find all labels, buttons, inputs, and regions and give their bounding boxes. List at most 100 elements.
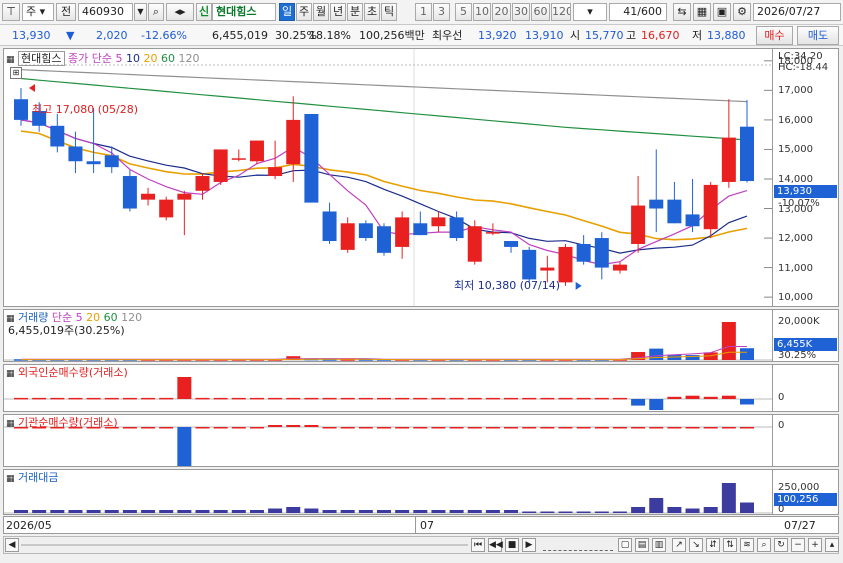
price-panel[interactable]: ▦ 현대힘스 종가 단순 5 10 20 60 120 ⊞ 최고 17,080 … xyxy=(3,48,773,307)
custom-interval-select[interactable]: ▾ xyxy=(573,3,607,21)
open-price: 15,770 xyxy=(585,29,624,42)
price-panel-header: ▦ 현대힘스 종가 단순 5 10 20 60 120 xyxy=(6,51,199,67)
period-button-6[interactable]: 틱 xyxy=(381,3,397,21)
foreign-bar xyxy=(195,397,210,400)
interval-button-30[interactable]: 30 xyxy=(512,3,530,21)
ma-20[interactable]: 20 xyxy=(143,52,157,65)
amount-bar xyxy=(377,510,391,513)
period-button-4[interactable]: 분 xyxy=(347,3,363,21)
tool-icon-2[interactable]: ↘ xyxy=(689,538,703,552)
interval-button-20[interactable]: 20 xyxy=(492,3,511,21)
prev-page-icon[interactable]: ◀◀ xyxy=(488,538,503,552)
institution-bar xyxy=(413,427,428,429)
collapse-icon[interactable]: ▴ xyxy=(825,538,839,552)
high-price: 16,670 xyxy=(641,29,680,42)
volume-ma-5[interactable]: 5 xyxy=(76,311,83,324)
volume-ma-120[interactable]: 120 xyxy=(121,311,142,324)
zoom-out-icon[interactable]: − xyxy=(791,538,805,552)
foreign-bar xyxy=(304,397,319,400)
price-panel-name[interactable]: 현대힘스 xyxy=(18,51,65,66)
volume-axis: 20,000K 6,455K 30.25% xyxy=(773,309,839,362)
interval-button-5[interactable]: 5 xyxy=(455,3,472,21)
zoom-in-icon[interactable]: + xyxy=(808,538,822,552)
view-icon-3[interactable]: ▥ xyxy=(652,538,666,552)
volume-ma-20[interactable]: 20 xyxy=(86,311,100,324)
interval-button-60[interactable]: 60 xyxy=(531,3,550,21)
interval-button-3[interactable]: 3 xyxy=(433,3,450,21)
sound-icon[interactable]: ◂▸ xyxy=(166,3,194,21)
amount-bar xyxy=(268,508,283,513)
interval-button-1[interactable]: 1 xyxy=(415,3,432,21)
tool-icon-1[interactable]: ↗ xyxy=(672,538,686,552)
volume-panel-name[interactable]: 거래량 xyxy=(18,311,48,324)
sell-button[interactable]: 매도 xyxy=(797,26,839,45)
chart-type-icon[interactable]: ⊤ xyxy=(2,3,20,21)
volume-ma-label[interactable]: 단순 xyxy=(52,311,72,324)
ma-label[interactable]: 종가 단순 xyxy=(68,52,112,65)
gear-icon[interactable]: ⚙ xyxy=(733,3,751,21)
volume-panel[interactable]: ▦ 거래량 단순 5 20 60 120 6,455,019주(30.25%) xyxy=(3,309,773,362)
interval-button-120[interactable]: 120 xyxy=(551,3,571,21)
ma-120[interactable]: 120 xyxy=(178,52,199,65)
date-field[interactable]: 2026/07/27 xyxy=(753,3,841,21)
stop-icon[interactable]: ■ xyxy=(505,538,519,552)
tool-icon-4[interactable]: ⇅ xyxy=(723,538,737,552)
institution-bar xyxy=(631,427,646,429)
institution-bar xyxy=(649,427,664,429)
search-icon[interactable]: ⌕ xyxy=(148,3,164,21)
ma-10[interactable]: 10 xyxy=(126,52,140,65)
reset-icon[interactable]: ↻ xyxy=(774,538,788,552)
amount-bar xyxy=(32,510,47,513)
amount-panel-name[interactable]: ▦ 거래대금 xyxy=(6,471,59,486)
amount-bar xyxy=(449,510,464,513)
period-button-2[interactable]: 월 xyxy=(313,3,329,21)
code-dropdown-icon[interactable]: ▼ xyxy=(134,3,147,21)
interval-button-10[interactable]: 10 xyxy=(473,3,491,21)
amount-bar xyxy=(721,483,736,513)
foreign-panel[interactable]: ▦ 외국인순매수량(거래소) xyxy=(3,364,773,412)
tool-icon-3[interactable]: ⇵ xyxy=(706,538,720,552)
volume-ma-60[interactable]: 60 xyxy=(104,311,118,324)
institution-panel-name[interactable]: ▦ 기관순매수량(거래소) xyxy=(6,416,118,431)
code-input[interactable]: 460930 xyxy=(78,3,133,21)
foreign-bar xyxy=(213,397,228,400)
institution-bar xyxy=(485,427,500,429)
amount-bar xyxy=(304,508,319,513)
ma-5[interactable]: 5 xyxy=(115,52,122,65)
next-icon[interactable]: ▶ xyxy=(522,538,536,552)
foreign-panel-name[interactable]: ▦ 외국인순매수량(거래소) xyxy=(6,366,128,381)
foreign-axis: 0 xyxy=(773,364,839,412)
zoom-icon[interactable]: ⌕ xyxy=(757,538,771,552)
amount-bar xyxy=(358,510,373,513)
amount-panel[interactable]: ▦ 거래대금 xyxy=(3,469,773,515)
grid-icon[interactable]: ▦ xyxy=(693,3,711,21)
period-select[interactable]: 주 ▾ xyxy=(22,3,54,21)
first-page-icon[interactable]: ⏮ xyxy=(471,538,485,552)
panel-expand-icon[interactable]: ⊞ xyxy=(10,67,22,79)
institution-panel[interactable]: ▦ 기관순매수량(거래소) xyxy=(3,414,773,467)
save-icon[interactable]: ▣ xyxy=(713,3,731,21)
institution-ytick-zero: 0 xyxy=(778,420,785,431)
price-ytick-2: 16,000 xyxy=(778,114,813,126)
compare-icon[interactable]: ⇆ xyxy=(673,3,691,21)
ma-60[interactable]: 60 xyxy=(161,52,175,65)
period-button-3[interactable]: 년 xyxy=(330,3,346,21)
panel-icon: ▦ xyxy=(6,369,15,379)
buy-button[interactable]: 매수 xyxy=(756,26,793,45)
scroll-left-icon[interactable]: ◀ xyxy=(5,538,19,552)
view-icon-2[interactable]: ▤ xyxy=(635,538,649,552)
candle-body xyxy=(213,149,228,182)
foreign-bar xyxy=(377,397,391,400)
institution-bar xyxy=(395,427,410,429)
view-icon-1[interactable]: ▢ xyxy=(618,538,632,552)
foreign-panel-title: 외국인순매수량(거래소) xyxy=(18,366,128,379)
period-button-0[interactable]: 일 xyxy=(279,3,295,21)
scroll-track[interactable] xyxy=(21,544,468,546)
tool-icon-5[interactable]: ≋ xyxy=(740,538,754,552)
period-button-5[interactable]: 초 xyxy=(364,3,380,21)
prefix-button[interactable]: 전 xyxy=(56,3,76,21)
period-button-1[interactable]: 주 xyxy=(296,3,312,21)
count-field: 41/600 xyxy=(609,3,667,21)
zoom-slider[interactable] xyxy=(543,539,613,551)
chart-scrollbar[interactable]: ◀ ⏮ ◀◀ ■ ▶ ▢ ▤ ▥ ↗ ↘ ⇵ ⇅ ≋ ⌕ ↻ − + ▴ xyxy=(3,536,839,554)
